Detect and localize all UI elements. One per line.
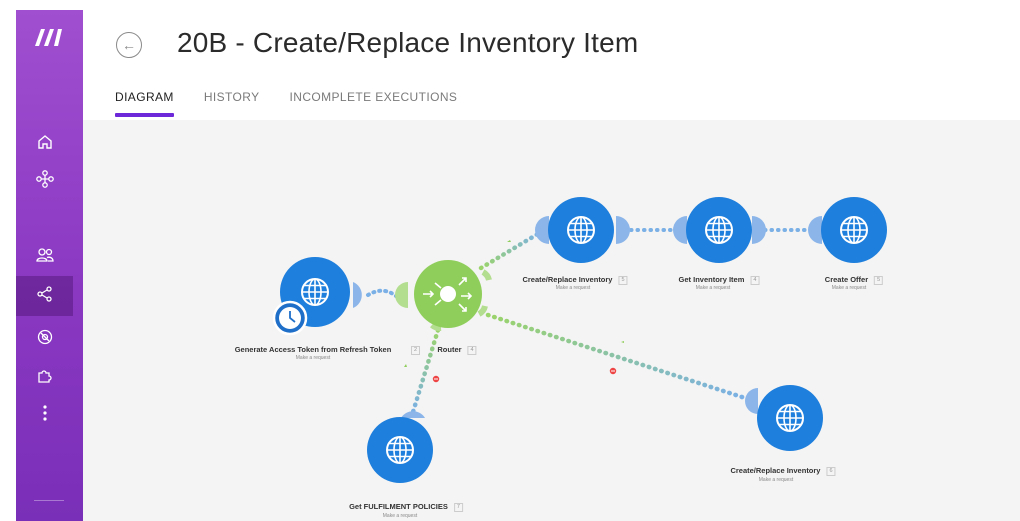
tab-incomplete-executions[interactable]: INCOMPLETE EXECUTIONS: [290, 90, 458, 112]
module-sublabel: Make a request: [758, 477, 794, 483]
module-sublabel: Make a request: [382, 513, 418, 519]
wrench-icon[interactable]: [507, 240, 511, 242]
tab-history[interactable]: HISTORY: [204, 90, 260, 112]
sidebar-item-scenarios[interactable]: [16, 162, 73, 200]
module-badge: 4: [750, 275, 760, 285]
module-label: Generate Access Token from Refresh Token: [235, 345, 392, 354]
sidebar-divider: [34, 500, 64, 501]
sidebar-item-apps[interactable]: [16, 358, 73, 396]
arrow-left-icon: ←: [122, 37, 136, 53]
module-label-text: Create/Replace Inventory: [522, 275, 613, 284]
wrench-icon[interactable]: [404, 364, 407, 367]
sidebar-item-templates[interactable]: [16, 320, 73, 358]
router-module[interactable]: [395, 260, 492, 332]
apps-icon: [36, 366, 54, 389]
module-label: Router 4: [437, 345, 477, 355]
module-create-replace-inventory-1[interactable]: [535, 197, 630, 263]
module-create-offer[interactable]: [808, 197, 887, 263]
module-label-text: Create/Replace Inventory: [730, 466, 821, 475]
page-title: 20B - Create/Replace Inventory Item: [177, 27, 639, 58]
team-icon: [35, 245, 55, 270]
connection-token-router: [366, 288, 398, 298]
connection-router-create1: [478, 229, 544, 271]
make-logo[interactable]: [24, 22, 74, 52]
sidebar-item-home[interactable]: [16, 125, 73, 163]
module-label: Create Offer 5: [824, 275, 884, 285]
module-badge: 2: [411, 346, 421, 355]
module-create-replace-inventory-2[interactable]: [745, 385, 823, 451]
home-icon: [36, 133, 54, 156]
sidebar-item-more[interactable]: [16, 396, 73, 434]
wrench-icon[interactable]: [621, 341, 624, 343]
templates-icon: [36, 328, 54, 351]
module-badge: 6: [826, 466, 836, 476]
module-sublabel: Make a request: [831, 285, 867, 291]
module-label-text: Generate Access Token from Refresh Token: [234, 345, 392, 354]
filter-icon[interactable]: [432, 375, 440, 383]
module-sublabel: Make a request: [695, 285, 731, 291]
scenario-canvas[interactable]: Generate Access Token from Refresh Token…: [83, 120, 1020, 521]
connection-router-fulfilment: [410, 327, 441, 415]
module-badge: 7: [453, 502, 463, 512]
module-label: Create/Replace Inventory 5: [522, 275, 628, 285]
module-label: Get Inventory Item 4: [679, 275, 760, 285]
sidebar-item-share[interactable]: [16, 276, 73, 316]
sidebar-item-team[interactable]: [16, 238, 73, 276]
scenarios-icon: [35, 169, 55, 194]
module-label: Get FULFILMENT POLICIES 7: [349, 502, 463, 512]
module-generate-access-token[interactable]: [272, 257, 362, 336]
module-sublabel: Make a request: [555, 285, 591, 291]
back-button[interactable]: ←: [116, 32, 142, 58]
more-icon: [42, 404, 48, 427]
connection-router-create2: [485, 312, 748, 401]
module-badge: 4: [467, 345, 477, 355]
module-label-text: Router: [437, 345, 462, 354]
module-label-text: Get FULFILMENT POLICIES: [349, 502, 448, 511]
tab-bar: DIAGRAM HISTORY INCOMPLETE EXECUTIONS: [115, 90, 487, 117]
module-badge: 5: [618, 275, 628, 285]
module-label-text: Get Inventory Item: [678, 275, 745, 284]
module-sublabel: Make a request: [295, 355, 331, 361]
module-get-fulfilment-policies[interactable]: [367, 411, 433, 483]
scenario-diagram: [272, 197, 887, 483]
module-label: Create/Replace Inventory 6: [730, 466, 836, 476]
sidebar: [16, 10, 83, 521]
module-get-inventory-item[interactable]: [673, 197, 766, 263]
module-badge: 5: [874, 275, 884, 285]
header: ← 20B - Create/Replace Inventory Item DI…: [83, 0, 1020, 120]
tab-diagram[interactable]: DIAGRAM: [115, 90, 174, 117]
filter-icon[interactable]: [609, 367, 617, 375]
clock-icon[interactable]: [272, 300, 308, 336]
module-label-text: Create Offer: [824, 275, 869, 284]
share-icon: [36, 285, 54, 308]
